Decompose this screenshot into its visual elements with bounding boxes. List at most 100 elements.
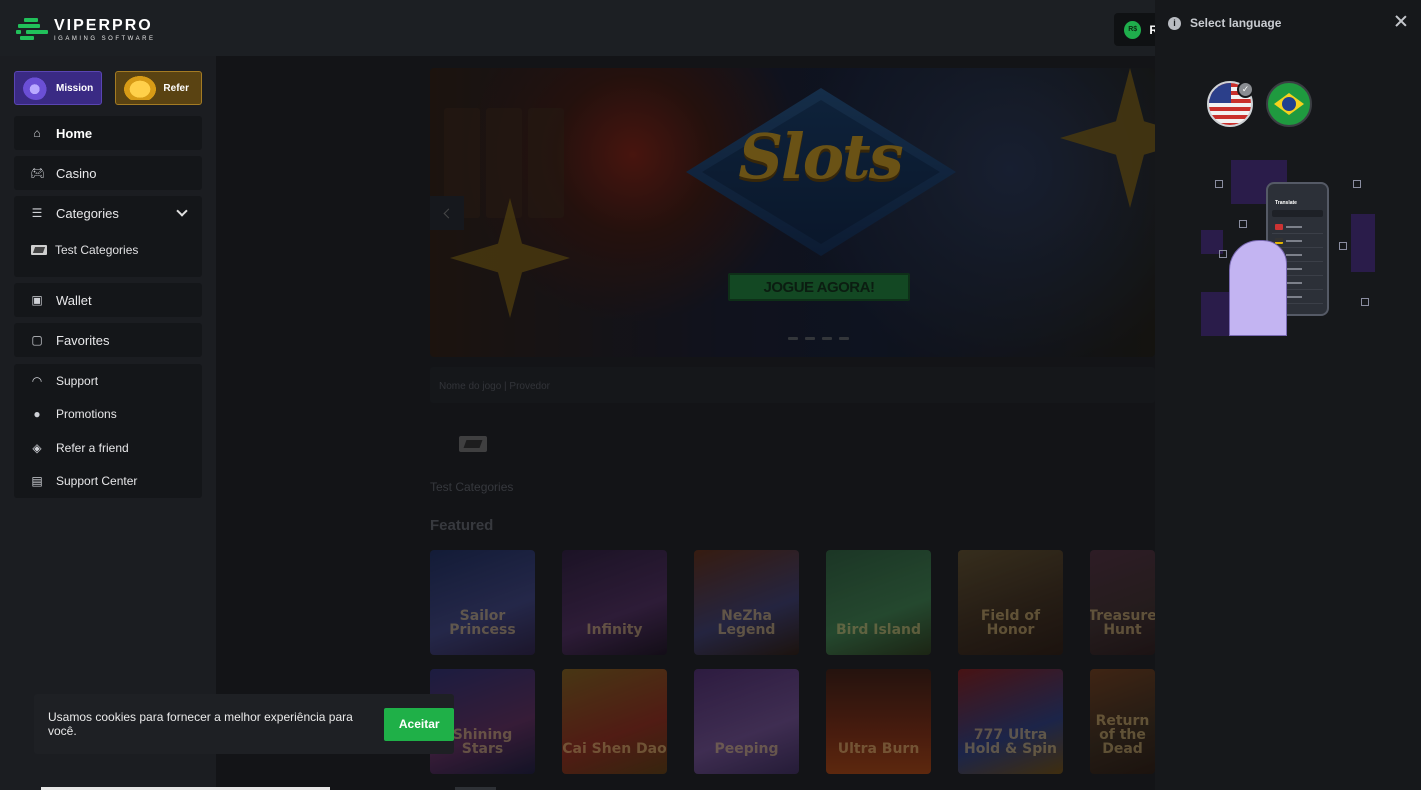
home-icon: ⌂ <box>33 126 41 140</box>
game-title: 777 Ultra Hold & Spin <box>964 727 1057 757</box>
mission-label: Mission <box>56 82 94 94</box>
featured-title: Featured <box>430 517 494 534</box>
game-title: Treasure Hunt <box>1090 608 1155 638</box>
chevron-left-icon <box>443 208 454 218</box>
sidebar: Mission Refer ⌂ Home 🎮︎ Casino ☰ Categor… <box>0 56 216 790</box>
nav-categories-block: ☰ Categories Test Categories <box>14 196 202 277</box>
sidebar-item-home[interactable]: ⌂ Home <box>14 116 202 150</box>
accept-cookies-button[interactable]: Aceitar <box>384 707 454 741</box>
logo-subtitle: IGAMING SOFTWARE <box>54 35 156 42</box>
sidebar-item-categories[interactable]: ☰ Categories <box>14 196 202 230</box>
nav-support-block: ◠ Support ● Promotions ◈ Refer a friend … <box>14 364 202 498</box>
pagination-dot[interactable] <box>788 337 798 340</box>
game-title: Return of the Dead <box>1095 713 1150 757</box>
play-now-button[interactable]: JOGUE AGORA! <box>728 273 910 301</box>
game-title: Bird Island <box>835 622 922 638</box>
game-card[interactable]: Treasure Hunt <box>1090 550 1155 655</box>
megaphone-icon: ● <box>33 407 41 422</box>
wallet-icon: ▣ <box>31 293 43 307</box>
game-title: Infinity <box>586 622 643 638</box>
category-thumb-icon[interactable] <box>459 436 487 452</box>
sidebar-item-support-center[interactable]: ▤ Support Center <box>14 465 202 499</box>
nav-wallet-block: ▣ Wallet <box>14 283 202 317</box>
sidebar-item-label: Support Center <box>56 474 138 489</box>
sidebar-item-label: Favorites <box>56 332 110 348</box>
game-card[interactable]: Field of Honor <box>958 550 1063 655</box>
game-title: Cai Shen Dao <box>562 741 667 757</box>
close-icon[interactable] <box>1393 13 1409 29</box>
sidebar-item-label: Home <box>56 125 93 141</box>
game-title: Ultra Burn <box>837 741 920 757</box>
sidebar-item-label: Support <box>56 373 99 388</box>
pagination-dot[interactable] <box>805 337 815 340</box>
headset-icon: ◠ <box>31 373 43 388</box>
mission-icon <box>23 76 49 100</box>
pagination-dot[interactable] <box>822 337 832 340</box>
sidebar-item-label: Wallet <box>56 292 92 308</box>
sidebar-item-wallet[interactable]: ▣ Wallet <box>14 283 202 317</box>
nav-home-block: ⌂ Home <box>14 116 202 150</box>
chevron-down-icon[interactable] <box>176 204 188 217</box>
sidebar-item-label: Casino <box>56 165 97 181</box>
game-card[interactable]: 777 Ultra Hold & Spin <box>958 669 1063 774</box>
gamepad-icon: 🎮︎ <box>30 166 46 180</box>
game-strip-text: Nome do jogo | Provedor <box>439 381 550 392</box>
hero-banner[interactable]: Slots JOGUE AGORA! <box>430 68 1155 357</box>
sidebar-item-label: Refer a friend <box>56 440 129 455</box>
balance-button[interactable]: R$ R <box>1114 13 1158 46</box>
nav-casino-block: 🎮︎ Casino <box>14 156 202 190</box>
refer-label: Refer <box>163 82 189 94</box>
nav-favorites-block: ▢ Favorites <box>14 323 202 357</box>
sidebar-item-favorites[interactable]: ▢ Favorites <box>14 323 202 357</box>
sidebar-item-refer-a-friend[interactable]: ◈ Refer a friend <box>14 431 202 465</box>
logo-title: VIPERPRO <box>54 16 153 34</box>
translate-illustration: Translate <box>1201 160 1377 336</box>
info-icon: i <box>1168 16 1181 30</box>
game-title: Field of Honor <box>980 608 1041 638</box>
refer-button[interactable]: Refer <box>115 71 202 105</box>
banner-title: Slots <box>738 120 903 193</box>
app-root: VIPERPRO IGAMING SOFTWARE R$ R Mission R… <box>0 0 1421 790</box>
sidebar-item-casino[interactable]: 🎮︎ Casino <box>14 156 202 190</box>
ticket-icon: ◈ <box>32 440 42 455</box>
sidebar-item-label: Test Categories <box>55 243 139 257</box>
logo-mark-icon <box>16 14 50 44</box>
game-card[interactable]: Return of the Dead <box>1090 669 1155 774</box>
coins-icon <box>124 76 156 100</box>
language-panel: i Select language Translate <box>1155 0 1421 790</box>
banner-pagination[interactable] <box>788 337 849 340</box>
list-icon: ☰ <box>31 206 43 220</box>
mission-button[interactable]: Mission <box>14 71 102 105</box>
game-card[interactable]: Infinity <box>562 550 667 655</box>
main-content: Slots JOGUE AGORA! Nome do jogo | Proved… <box>216 56 1155 790</box>
game-card[interactable]: Bird Island <box>826 550 931 655</box>
currency-coin-icon: R$ <box>1124 20 1142 39</box>
category-thumb-icon <box>31 245 47 255</box>
document-icon: ▤ <box>31 474 43 489</box>
game-title: Peeping <box>714 741 779 757</box>
game-card[interactable]: NeZha Legend <box>694 550 799 655</box>
hand-graphic <box>1229 240 1287 336</box>
language-panel-title: Select language <box>1190 16 1282 30</box>
game-card[interactable]: Ultra Burn <box>826 669 931 774</box>
sidebar-item-test-categories[interactable]: Test Categories <box>14 230 202 270</box>
illustration-title: Translate <box>1275 200 1297 206</box>
cookie-message: Usamos cookies para fornecer a melhor ex… <box>48 710 353 738</box>
cookie-banner: Usamos cookies para fornecer a melhor ex… <box>34 694 454 754</box>
game-card[interactable]: Cai Shen Dao <box>562 669 667 774</box>
category-label: Test Categories <box>430 480 514 494</box>
sidebar-item-promotions[interactable]: ● Promotions <box>14 398 202 432</box>
banner-prev-button[interactable] <box>430 196 464 230</box>
game-info-strip: Nome do jogo | Provedor <box>430 367 1155 403</box>
brazil-flag-icon[interactable] <box>1266 81 1312 127</box>
folder-icon: ▢ <box>31 333 43 347</box>
game-title: Sailor Princess <box>449 608 516 638</box>
sidebar-item-label: Categories <box>56 205 119 221</box>
game-card[interactable]: Sailor Princess <box>430 550 535 655</box>
game-card[interactable]: Peeping <box>694 669 799 774</box>
pagination-dot[interactable] <box>839 337 849 340</box>
sidebar-item-label: Promotions <box>56 407 117 422</box>
viperpro-logo[interactable]: VIPERPRO IGAMING SOFTWARE <box>16 14 155 44</box>
sidebar-item-support[interactable]: ◠ Support <box>14 364 202 398</box>
selected-check-icon: ✓ <box>1237 81 1254 98</box>
